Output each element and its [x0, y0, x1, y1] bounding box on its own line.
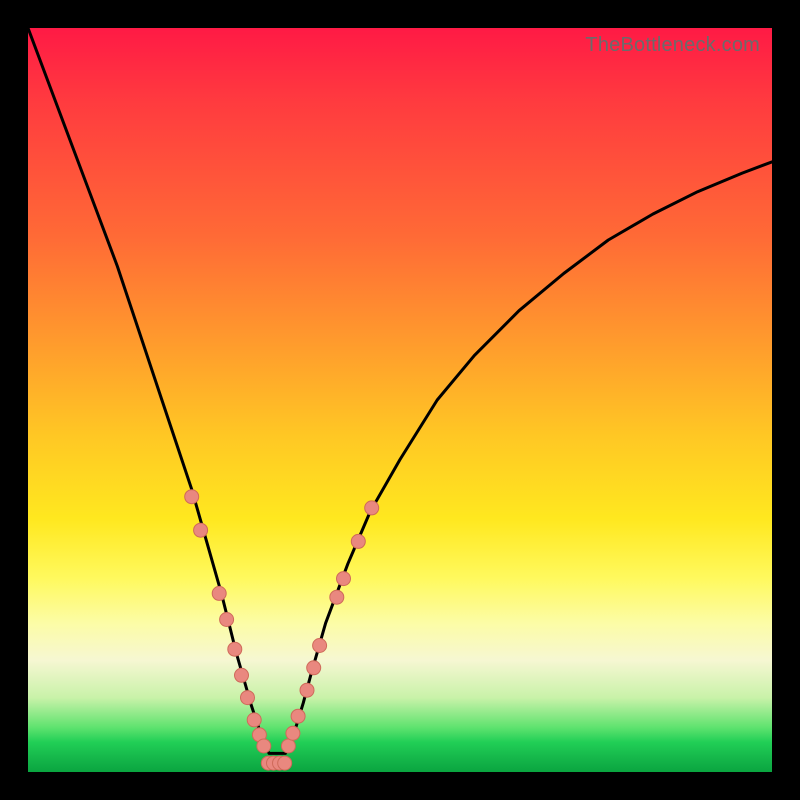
- data-markers: [185, 490, 379, 770]
- chart-overlay: [28, 28, 772, 772]
- chart-frame: TheBottleneck.com: [0, 0, 800, 800]
- plot-area: TheBottleneck.com: [28, 28, 772, 772]
- curve-line: [28, 28, 772, 753]
